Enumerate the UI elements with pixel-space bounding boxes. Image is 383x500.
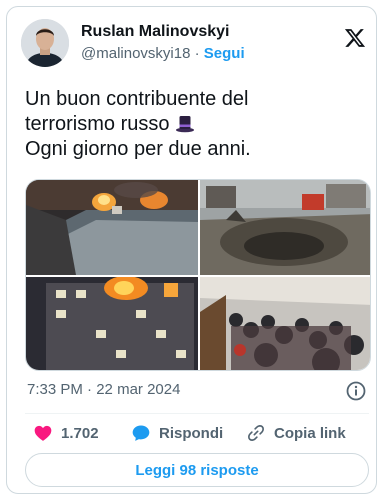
divider (25, 413, 369, 414)
tweet-text: Un buon contribuente del terrorismo russ… (25, 87, 365, 162)
heart-icon (34, 425, 52, 441)
read-replies-button[interactable]: Leggi 98 risposte (25, 453, 369, 487)
reply-bubble-icon (132, 425, 150, 441)
author-handle-row: @malinovskyi18 · Segui (81, 45, 245, 62)
avatar[interactable] (21, 19, 69, 67)
tweet-card[interactable]: Ruslan Malinovskyi @malinovskyi18 · Segu… (6, 6, 377, 494)
burning-dam-photo[interactable] (26, 180, 198, 275)
author-name[interactable]: Ruslan Malinovskyi (81, 23, 230, 41)
tweet-timestamp[interactable]: 7:33 PM · 22 mar 2024 (27, 381, 180, 398)
top-hat-icon (176, 116, 195, 133)
action-bar: 1.702 Rispondi Copia link (33, 421, 363, 445)
x-logo-icon[interactable] (344, 27, 366, 49)
metro-shelter-crowd-photo[interactable] (200, 277, 371, 371)
copy-link-button[interactable]: Copia link (246, 421, 346, 445)
follow-button[interactable]: Segui (204, 45, 245, 62)
meta-separator: · (87, 381, 93, 398)
handle-separator: · (194, 45, 200, 62)
reply-button[interactable]: Rispondi (131, 421, 223, 445)
copy-link-label: Copia link (274, 424, 346, 442)
like-button[interactable]: 1.702 (33, 421, 99, 445)
burning-apartment-photo[interactable] (26, 276, 198, 371)
tweet-line-2-row: terrorismo russo (25, 112, 365, 137)
tweet-time: 7:33 PM (27, 381, 83, 398)
like-count: 1.702 (61, 424, 99, 442)
info-icon[interactable] (345, 380, 367, 402)
tweet-header: Ruslan Malinovskyi @malinovskyi18 · Segu… (21, 19, 366, 67)
tweet-line-3: Ogni giorno per due anni. (25, 138, 251, 160)
author-handle[interactable]: @malinovskyi18 (81, 45, 190, 62)
tweet-line-1: Un buon contribuente del (25, 88, 249, 110)
media-grid[interactable] (25, 179, 371, 371)
reply-label: Rispondi (159, 424, 224, 442)
tweet-line-2: terrorismo russo (25, 113, 170, 135)
bomb-crater-photo[interactable] (200, 180, 371, 275)
link-icon (248, 425, 264, 441)
tweet-date: 22 mar 2024 (96, 381, 181, 398)
